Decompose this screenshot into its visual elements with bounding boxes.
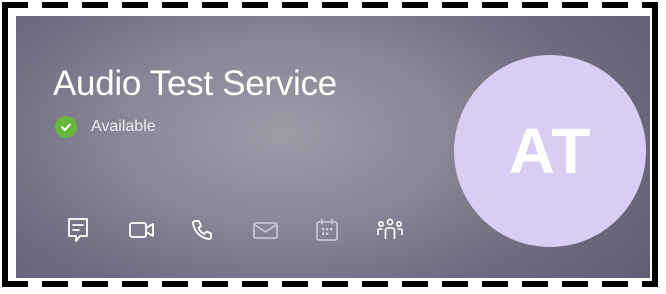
contact-name: Audio Test Service	[53, 64, 337, 103]
email-button[interactable]	[252, 214, 314, 246]
avatar: AT	[454, 55, 646, 247]
phone-icon	[190, 218, 214, 242]
action-bar	[66, 214, 438, 246]
meeting-button[interactable]	[314, 214, 376, 246]
avatar-initials: AT	[508, 115, 592, 187]
available-check-icon	[55, 116, 77, 138]
teams-button[interactable]	[376, 214, 438, 246]
video-call-button[interactable]	[128, 214, 190, 246]
audio-call-button[interactable]	[190, 214, 252, 246]
video-camera-icon	[128, 220, 156, 240]
calendar-icon	[314, 217, 340, 243]
chat-button[interactable]	[66, 214, 128, 246]
contact-card: Audio Test Service Available AT	[16, 16, 650, 278]
presence-status: Available	[55, 116, 156, 138]
mail-icon	[252, 220, 280, 240]
chat-icon	[66, 217, 90, 243]
people-group-icon	[376, 217, 404, 243]
status-label: Available	[91, 118, 156, 135]
